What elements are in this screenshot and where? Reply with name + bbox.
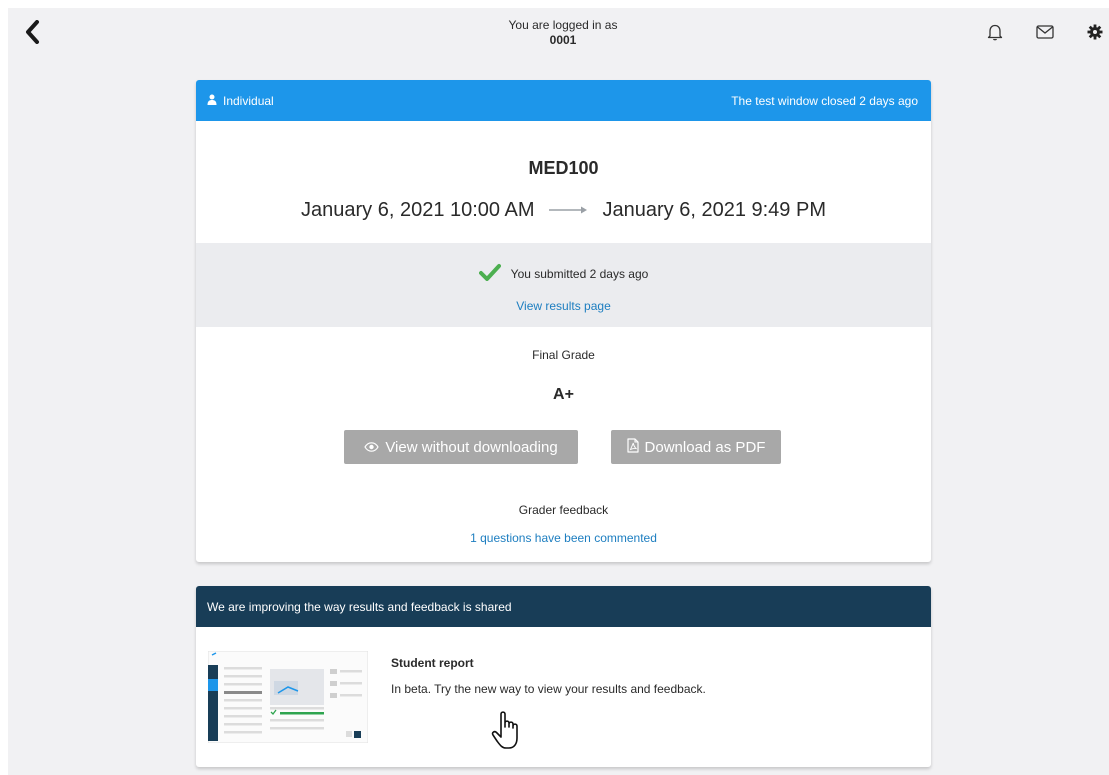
pdf-button-label: Download as PDF xyxy=(644,438,766,456)
exam-type-label: Individual xyxy=(223,93,274,108)
eye-icon xyxy=(364,439,380,456)
start-date: January 6, 2021 10:00 AM xyxy=(301,198,535,221)
login-label: You are logged in as xyxy=(508,18,618,32)
exam-card-header: Individual The test window closed 2 days… xyxy=(196,80,931,121)
end-date: January 6, 2021 9:49 PM xyxy=(602,198,826,221)
exam-card: Individual The test window closed 2 days… xyxy=(196,80,931,562)
course-code: MED100 xyxy=(528,158,599,178)
submitted-text: You submitted 2 days ago xyxy=(510,266,649,281)
view-button-label: View without downloading xyxy=(385,438,558,456)
login-info: You are logged in as 0001 xyxy=(450,18,676,48)
user-icon xyxy=(207,94,217,108)
student-report-thumbnail[interactable] xyxy=(207,650,369,744)
submission-status: You submitted 2 days ago View results pa… xyxy=(196,243,931,327)
mail-icon[interactable] xyxy=(1034,22,1056,42)
bell-icon[interactable] xyxy=(984,22,1006,42)
student-report-description: In beta. Try the new way to view your re… xyxy=(391,682,706,696)
gear-icon[interactable] xyxy=(1084,22,1106,42)
grader-feedback-label: Grader feedback xyxy=(518,503,609,517)
report-announcement-header: We are improving the way results and fee… xyxy=(196,586,931,627)
feedback-comments-link[interactable]: 1 questions have been commented xyxy=(470,531,657,545)
hand-pointer-cursor-icon xyxy=(490,708,526,752)
view-without-downloading-button[interactable]: View without downloading xyxy=(344,430,578,464)
final-grade-label: Final Grade xyxy=(532,348,595,362)
student-report-title[interactable]: Student report xyxy=(391,656,474,670)
checkmark-icon xyxy=(478,263,501,284)
exam-date-range: January 6, 2021 10:00 AM January 6, 2021… xyxy=(196,198,931,222)
login-user-id: 0001 xyxy=(549,33,577,47)
pdf-file-icon xyxy=(626,437,639,457)
back-chevron-icon[interactable] xyxy=(20,18,44,46)
arrow-right-icon xyxy=(547,205,591,215)
download-pdf-button[interactable]: Download as PDF xyxy=(611,430,781,464)
student-report-card: We are improving the way results and fee… xyxy=(196,586,931,767)
window-status: The test window closed 2 days ago xyxy=(731,93,918,108)
final-grade-value: A+ xyxy=(553,386,574,403)
view-results-link[interactable]: View results page xyxy=(516,299,611,313)
